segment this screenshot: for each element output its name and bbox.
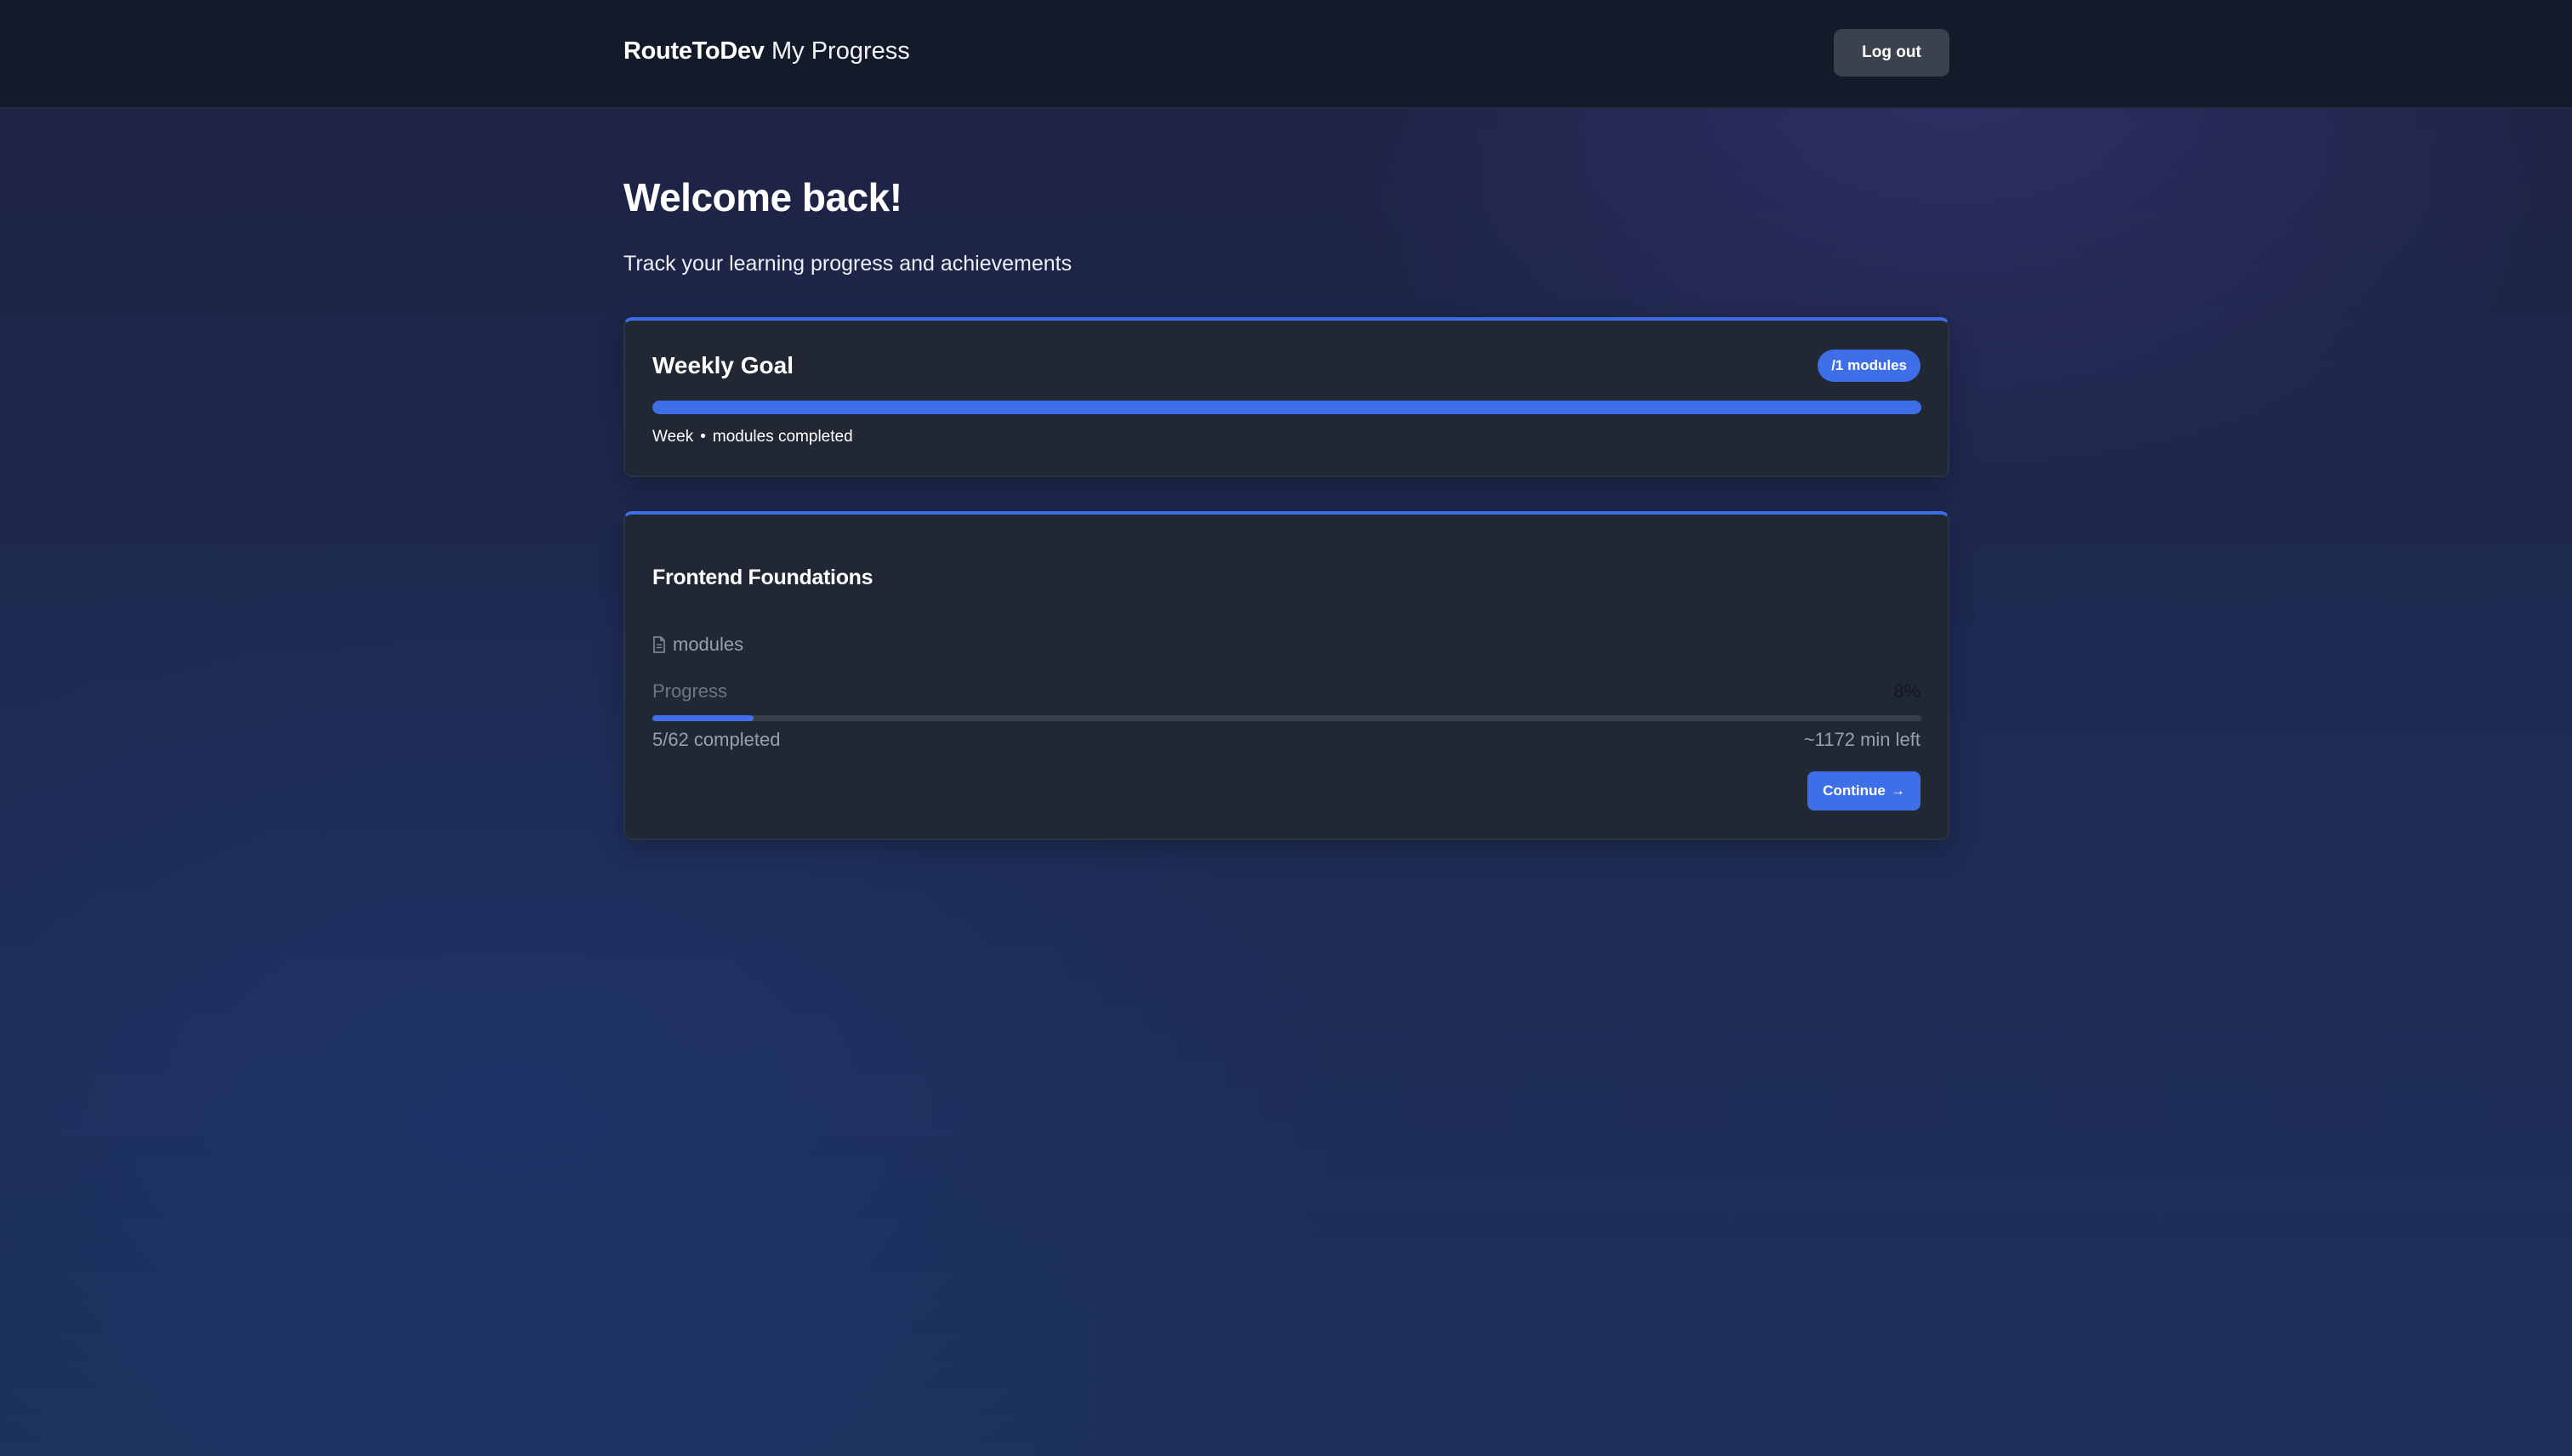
caption-separator: • [700,428,706,446]
course-time-left: ~1172 min left [1803,729,1920,750]
course-progress-fill [652,715,754,721]
top-navigation-bar: RouteToDev My Progress Log out [0,0,2572,109]
course-completed-count: 5/62 completed [652,729,781,750]
logout-button[interactable]: Log out [1834,29,1949,77]
document-icon [652,636,666,653]
page-title: My Progress [771,37,910,65]
course-progress-percent: 8% [1893,680,1920,702]
brand-logo[interactable]: RouteToDev [623,37,765,65]
course-progress-bar [652,715,1921,721]
page-subtitle: Track your learning progress and achieve… [623,252,1073,276]
weekly-goal-caption-week: Week [652,428,694,446]
weekly-goal-title: Weekly Goal [652,352,794,378]
course-title: Frontend Foundations [652,566,873,589]
weekly-goal-caption-modules: modules completed [712,428,853,446]
weekly-goal-badge: /1 modules [1818,350,1920,382]
continue-button[interactable]: Continue → [1807,771,1920,810]
weekly-goal-caption: Week • modules completed [652,428,853,446]
course-modules-label: modules [673,634,744,655]
course-card: Frontend Foundations modules Progress 8%… [623,511,1949,840]
welcome-heading: Welcome back! [623,175,902,219]
weekly-goal-progress-fill [652,401,1921,414]
continue-button-label: Continue [1823,782,1886,799]
course-modules-row: modules [652,634,743,656]
course-progress-label: Progress [652,680,728,702]
weekly-goal-progress-bar [652,401,1921,414]
weekly-goal-card: Weekly Goal /1 modules Week • modules comp… [623,317,1949,477]
arrow-right-icon: → [1890,782,1905,799]
